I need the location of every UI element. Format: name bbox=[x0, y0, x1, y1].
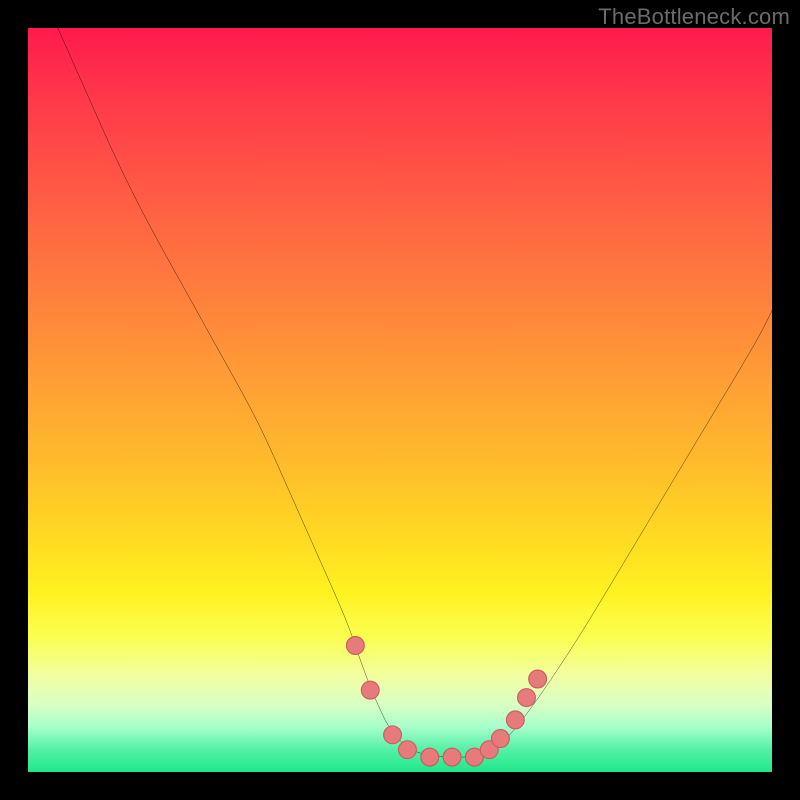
curve-marker-8 bbox=[492, 730, 510, 748]
curve-marker-0 bbox=[346, 637, 364, 655]
curve-marker-5 bbox=[443, 748, 461, 766]
curve-marker-4 bbox=[421, 748, 439, 766]
curve-marker-3 bbox=[399, 741, 417, 759]
bottleneck-svg bbox=[28, 28, 772, 772]
curve-marker-2 bbox=[384, 726, 402, 744]
watermark-text: TheBottleneck.com bbox=[598, 4, 790, 30]
bottleneck-curve-path bbox=[58, 28, 772, 757]
curve-marker-10 bbox=[518, 689, 536, 707]
curve-marker-11 bbox=[529, 670, 547, 688]
chart-frame: TheBottleneck.com bbox=[0, 0, 800, 800]
curve-marker-9 bbox=[506, 711, 524, 729]
curve-marker-1 bbox=[361, 681, 379, 699]
plot-area bbox=[28, 28, 772, 772]
